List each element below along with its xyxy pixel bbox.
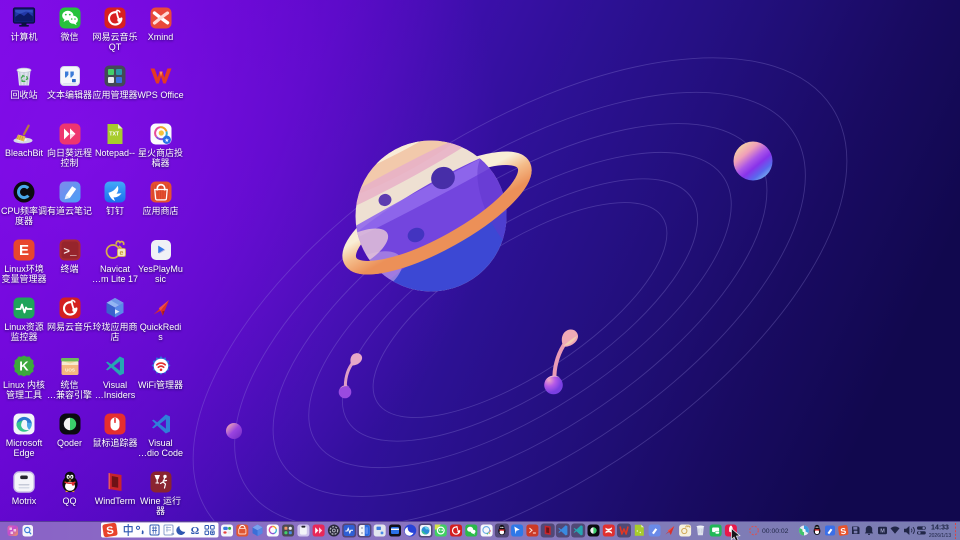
svg-text:E: E bbox=[19, 242, 29, 259]
svg-text:K: K bbox=[19, 358, 29, 373]
svg-text:UOS: UOS bbox=[65, 367, 75, 372]
svg-text:TXT: TXT bbox=[109, 131, 120, 137]
svg-text:2026/1/13: 2026/1/13 bbox=[929, 533, 951, 539]
svg-text:e: e bbox=[120, 249, 124, 256]
svg-text:M: M bbox=[880, 529, 885, 535]
svg-text:00:00:02: 00:00:02 bbox=[762, 528, 789, 535]
svg-text:>_: >_ bbox=[63, 246, 77, 258]
svg-text:14:33: 14:33 bbox=[931, 525, 949, 532]
svg-text:★: ★ bbox=[164, 136, 169, 143]
svg-text:Ω: Ω bbox=[191, 526, 199, 537]
